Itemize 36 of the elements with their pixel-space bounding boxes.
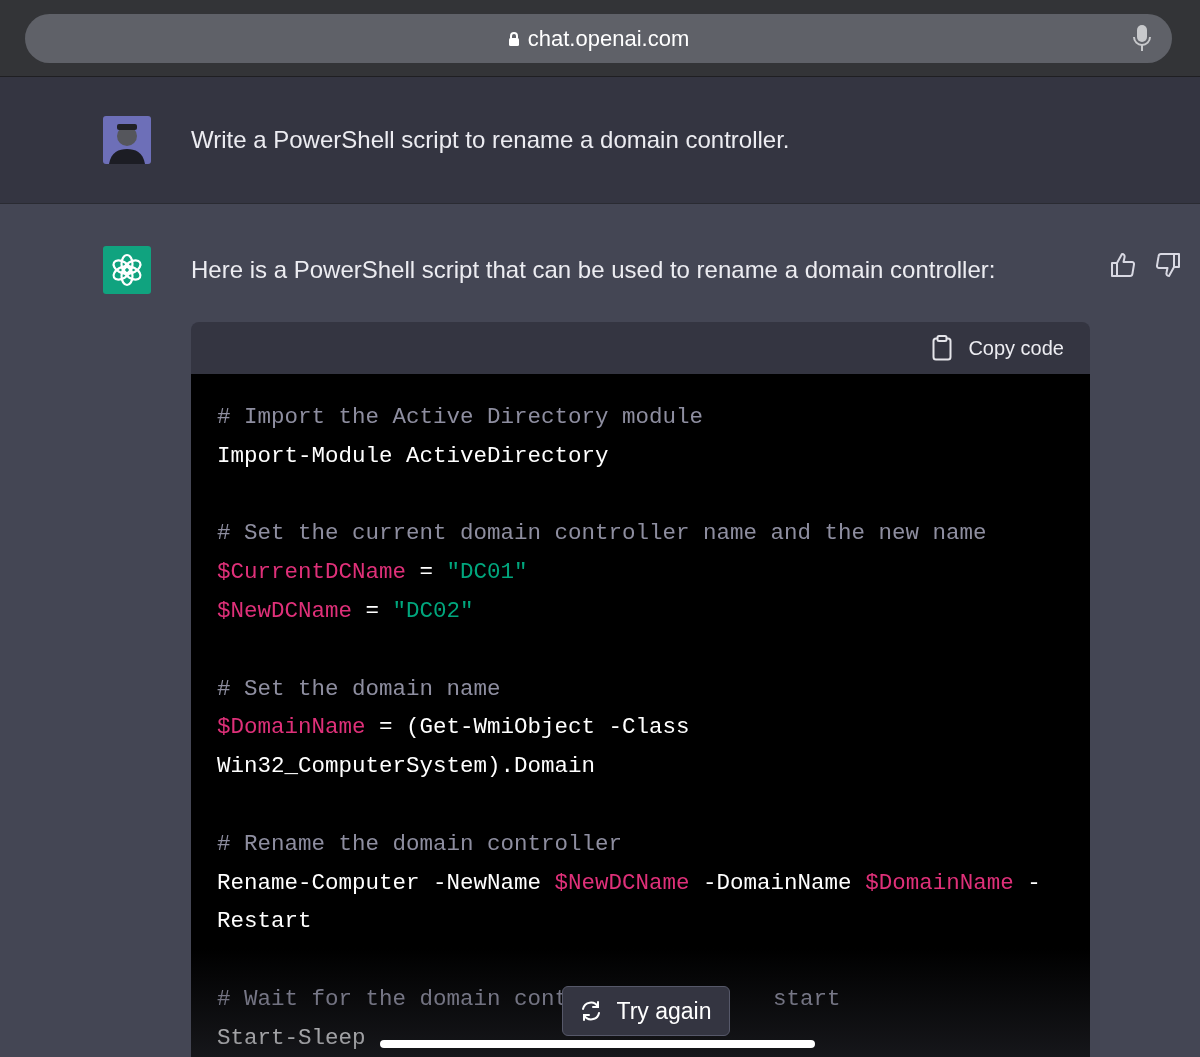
thumbs-down-icon[interactable] — [1155, 252, 1181, 278]
user-message: Write a PowerShell script to rename a domain controller. — [191, 126, 790, 154]
code-text: = (Get-WmiObject -Class — [378, 714, 690, 741]
address-bar[interactable]: chat.openai.com — [25, 14, 1172, 63]
code-variable: $CurrentDCName — [217, 559, 407, 586]
code-text: = — [364, 598, 381, 624]
url-text: chat.openai.com — [527, 25, 690, 52]
code-comment: # Set the current domain controller name and the new name — [217, 520, 987, 547]
code-variable: $NewDCName — [217, 598, 353, 624]
code-comment: # Rename the domain controller — [217, 830, 623, 857]
copy-code-button[interactable]: Copy code — [932, 335, 1064, 361]
code-text: Import-Module ActiveDirectory — [217, 442, 609, 469]
refresh-icon — [580, 1000, 603, 1022]
code-text: = — [418, 559, 435, 586]
lock-icon — [507, 30, 520, 47]
thumbs-up-icon[interactable] — [1110, 252, 1136, 278]
user-avatar — [103, 116, 151, 164]
code-text: Rename-Computer -NewName — [217, 869, 543, 896]
code-string: "DC01" — [446, 559, 528, 586]
code-variable: $NewDCName — [554, 869, 690, 896]
openai-logo-icon — [103, 246, 151, 294]
code-comment: # Import the Active Directory module — [217, 404, 704, 430]
clipboard-icon — [932, 335, 953, 361]
code-text: - — [1026, 869, 1041, 896]
code-comment: start — [773, 984, 841, 1014]
code-text: Win32_ComputerSystem).Domain — [217, 753, 596, 780]
code-comment: # Set the domain name — [217, 675, 501, 702]
microphone-icon[interactable] — [1132, 24, 1152, 52]
code-variable: $DomainName — [217, 714, 366, 741]
code-text: Restart — [217, 908, 312, 935]
assistant-message: Here is a PowerShell script that can be used to rename a domain controller: — [191, 255, 997, 284]
code-text: -DomainName — [702, 869, 853, 896]
try-again-button[interactable]: Try again — [562, 986, 730, 1036]
code-string: "DC02" — [392, 598, 474, 624]
code-variable: $DomainName — [865, 869, 1014, 896]
code-text: Start-Sleep — [217, 1024, 366, 1051]
